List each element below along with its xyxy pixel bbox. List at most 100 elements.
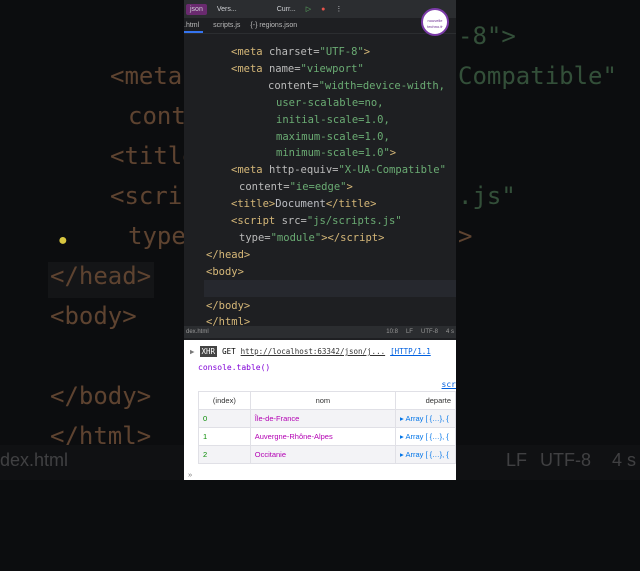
bg-code: <meta <box>110 62 183 90</box>
expand-icon[interactable]: ▶ <box>190 347 195 356</box>
header-nom: nom <box>249 391 397 410</box>
status-encoding[interactable]: UTF-8 <box>421 329 438 335</box>
bg-code: Compatible" <box>458 62 617 90</box>
code-line: <title>Document</title> <box>231 196 376 213</box>
code-line: </head> <box>206 247 250 264</box>
bg-code: type <box>128 222 186 250</box>
run-icon[interactable]: ▷ <box>306 5 311 13</box>
project-menu[interactable]: json <box>186 3 207 15</box>
tab-scripts-js[interactable]: scripts.js <box>213 22 240 29</box>
code-token: src= <box>281 215 307 227</box>
code-token: <body> <box>206 265 244 278</box>
browser-console: ▶ XHR GET http://localhost:63342/json/j.… <box>184 340 456 480</box>
bulb-icon: ● <box>58 232 68 249</box>
bg-code: -8"> <box>458 22 516 50</box>
code-token: > <box>346 181 353 194</box>
code-token: <script <box>231 215 282 227</box>
xhr-request[interactable]: ▶ XHR GET http://localhost:63342/json/j.… <box>190 346 431 357</box>
console-prompt[interactable]: » <box>188 470 192 479</box>
code-token: </title> <box>325 198 377 211</box>
code-token: "ie=edge" <box>289 181 347 194</box>
code-token: ></script> <box>321 231 385 244</box>
header-departements: departe <box>395 391 456 410</box>
status-file: dex.html <box>186 329 209 335</box>
tab-index-html[interactable]: .html <box>184 19 204 33</box>
cell-array[interactable]: ▸ Array [ {…}, { <box>395 445 456 464</box>
console-call: console.table() <box>198 363 271 372</box>
cell-index: 0 <box>198 409 251 428</box>
status-indent[interactable]: 4 s <box>446 329 454 335</box>
code-line: maximum-scale=1.0, <box>276 129 390 146</box>
code-line: <script src="js/scripts.js" <box>231 213 402 230</box>
editor-tabs: .html scripts.js {-} regions.json <box>184 18 456 34</box>
source-link[interactable]: scr <box>442 380 456 389</box>
code-token: <meta <box>231 62 269 75</box>
tab-regions-json[interactable]: {-} regions.json <box>250 22 297 29</box>
code-token: content= <box>239 181 290 194</box>
code-token: </head> <box>206 248 251 261</box>
cell-index: 1 <box>198 427 251 446</box>
code-token: maximum-scale=1.0, <box>276 130 390 143</box>
status-position[interactable]: 10:8 <box>386 329 398 335</box>
code-line: user-scalable=no, <box>276 95 383 112</box>
cell-nom: Île-de-France <box>249 409 397 428</box>
code-token: > <box>363 46 371 58</box>
table-row: 2 Occitanie ▸ Array [ {…}, { <box>198 445 456 464</box>
code-token: Document <box>275 198 326 211</box>
bg-code: .js" <box>458 182 516 210</box>
code-token: http-equiv= <box>268 164 339 177</box>
code-editor[interactable]: <meta charset="UTF-8"> <meta name="viewpo… <box>184 34 456 328</box>
cell-nom: Auvergne-Rhône-Alpes <box>249 427 397 446</box>
table-row: 1 Auvergne-Rhône-Alpes ▸ Array [ {…}, { <box>198 427 456 446</box>
code-token: user-scalable=no, <box>276 96 384 109</box>
code-token: "module" <box>270 231 322 244</box>
code-token: initial-scale=1.0, <box>276 113 390 126</box>
code-line: type="module"></script> <box>239 230 384 247</box>
debug-icon[interactable]: ● <box>321 6 325 13</box>
vcs-menu[interactable]: Vers... <box>217 6 237 13</box>
code-line: <meta name="viewport" <box>231 61 364 78</box>
cell-array[interactable]: ▸ Array [ {…}, { <box>395 427 456 446</box>
bg-code: cont <box>128 102 186 130</box>
titlebar: json Vers... Curr... ▷ ● ⋮ <box>184 0 456 18</box>
request-url[interactable]: http://localhost:63342/json/j... <box>241 347 386 356</box>
bg-status-indent: 4 s <box>612 450 637 470</box>
code-token: <meta <box>231 46 269 58</box>
code-token: <meta <box>231 164 269 177</box>
status-bar: dex.html 10:8 LF UTF-8 4 s <box>184 326 456 338</box>
code-line: content="width=device-width, <box>268 78 445 95</box>
bg-code: </body> <box>50 382 152 410</box>
code-token: "X-UA-Compatible" <box>338 164 446 177</box>
code-line: minimum-scale=1.0"> <box>276 145 396 162</box>
cell-index: 2 <box>198 445 251 464</box>
run-config[interactable]: Curr... <box>277 6 296 13</box>
code-token: charset= <box>268 46 320 58</box>
more-icon[interactable]: ⋮ <box>335 5 342 13</box>
code-line: <meta http-equiv="X-UA-Compatible" <box>231 162 446 179</box>
request-method: GET <box>222 347 236 356</box>
code-line: <body> <box>206 264 244 281</box>
code-line: initial-scale=1.0, <box>276 112 390 129</box>
code-token: > <box>389 147 397 160</box>
code-token: name= <box>268 62 301 75</box>
cell-array[interactable]: ▸ Array [ {…}, { <box>395 409 456 428</box>
code-token: "width=device-width, <box>318 79 446 92</box>
xhr-badge: XHR <box>199 346 218 357</box>
ide-video: json Vers... Curr... ▷ ● ⋮ .html scripts… <box>184 0 456 480</box>
code-token: <title> <box>231 198 276 211</box>
code-token: type= <box>239 231 271 244</box>
bg-status-enc: UTF-8 <box>540 450 591 470</box>
code-token: "UTF-8" <box>319 46 364 58</box>
code-token: "viewport" <box>300 62 364 75</box>
console-table: (index) nom departe 0 Île-de-France ▸ Ar… <box>198 391 456 464</box>
bg-status-file: dex.html <box>0 450 69 470</box>
status-lf[interactable]: LF <box>406 329 413 335</box>
channel-logo: nouvelle techno.fr <box>421 8 449 36</box>
cell-nom: Occitanie <box>249 445 397 464</box>
table-row: 0 Île-de-France ▸ Array [ {…}, { <box>198 409 456 428</box>
http-version[interactable]: [HTTP/1.1 <box>390 347 431 356</box>
code-token: "js/scripts.js" <box>306 215 402 227</box>
code-line: content="ie=edge"> <box>239 179 353 196</box>
header-index: (index) <box>198 391 251 410</box>
code-token: content= <box>268 79 319 92</box>
